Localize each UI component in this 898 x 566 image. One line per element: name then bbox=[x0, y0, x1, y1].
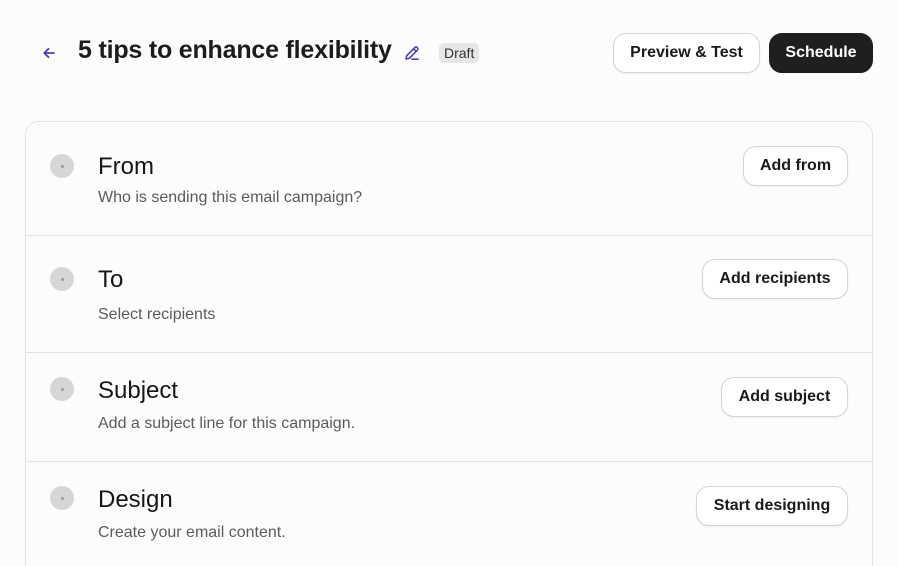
section-description: Select recipients bbox=[98, 306, 216, 323]
page-header: 5 tips to enhance flexibility Draft Prev… bbox=[0, 0, 898, 106]
campaign-editor-page: 5 tips to enhance flexibility Draft Prev… bbox=[0, 0, 898, 566]
circle-status-icon bbox=[50, 267, 74, 291]
section-title: To bbox=[98, 266, 124, 293]
pencil-icon bbox=[405, 46, 419, 60]
arrow-left-icon bbox=[43, 47, 55, 59]
section-design: Design Create your email content. Start … bbox=[26, 461, 872, 566]
campaign-checklist-card: From Who is sending this email campaign?… bbox=[25, 121, 873, 566]
back-button[interactable] bbox=[36, 40, 62, 66]
circle-status-icon bbox=[50, 154, 74, 178]
circle-status-icon bbox=[50, 486, 74, 510]
section-description: Add a subject line for this campaign. bbox=[98, 415, 356, 432]
add-from-button[interactable]: Add from bbox=[743, 146, 848, 186]
page-title: 5 tips to enhance flexibility bbox=[78, 36, 392, 64]
section-description: Who is sending this email campaign? bbox=[98, 189, 363, 206]
edit-title-button[interactable] bbox=[402, 43, 422, 63]
section-description: Create your email content. bbox=[98, 524, 286, 541]
add-subject-button[interactable]: Add subject bbox=[721, 377, 848, 417]
section-title: Subject bbox=[98, 377, 179, 404]
schedule-button[interactable]: Schedule bbox=[769, 33, 873, 73]
start-designing-button[interactable]: Start designing bbox=[696, 486, 848, 526]
section-from: From Who is sending this email campaign?… bbox=[26, 122, 872, 235]
preview-test-button[interactable]: Preview & Test bbox=[613, 33, 760, 73]
section-subject: Subject Add a subject line for this camp… bbox=[26, 352, 872, 461]
section-to: To Select recipients Add recipients bbox=[26, 235, 872, 352]
status-badge: Draft bbox=[439, 43, 480, 63]
section-title: From bbox=[98, 153, 154, 180]
add-recipients-button[interactable]: Add recipients bbox=[702, 259, 848, 299]
circle-status-icon bbox=[50, 377, 74, 401]
section-title: Design bbox=[98, 486, 173, 513]
